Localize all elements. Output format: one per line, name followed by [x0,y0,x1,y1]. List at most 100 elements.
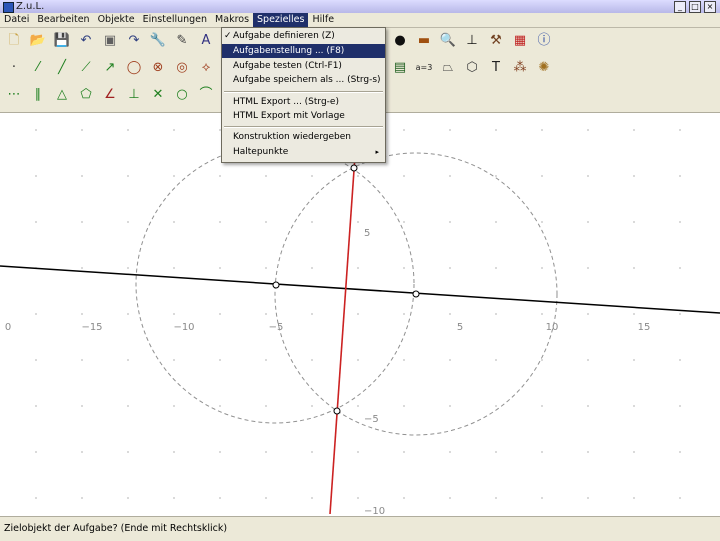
minimize-button[interactable]: _ [674,1,686,13]
tools-icon[interactable]: ⚒ [486,31,506,51]
toolbar-row-2: · ⁄ ╱ ⟋ ↗ ◯ ⊗ ◎ ⟡ [4,55,216,81]
grid-dot [587,405,589,407]
grid-dot [35,451,37,453]
grid-dot [495,221,497,223]
menu-item-haltepunkte[interactable]: Haltepunkte ▸ [222,145,385,159]
quadrilateral-icon[interactable]: ⏢ [438,58,458,78]
grid-dot [173,497,175,499]
menu-einstellungen[interactable]: Einstellungen [139,13,211,27]
magic-wand-icon[interactable]: ⁂ [510,58,530,78]
grid-dot [81,129,83,131]
line-style-icon[interactable]: ▬ [414,31,434,51]
polygon-icon[interactable]: ⬠ [76,85,96,105]
grid-dot [311,451,313,453]
grid-dot [219,451,221,453]
grid-dot [587,359,589,361]
locus-icon[interactable]: ⬡ [462,58,482,78]
menu-hilfe[interactable]: Hilfe [308,13,338,27]
menu-objekte[interactable]: Objekte [94,13,139,27]
menu-spezielles[interactable]: Spezielles [253,13,309,27]
construction-plot[interactable]: 0 −15 −10 −5 5 10 155−5−10 [0,113,720,514]
text-tool-icon[interactable]: T [486,58,506,78]
grid-dot [495,359,497,361]
point-icon[interactable]: · [4,58,24,78]
grid-dot [311,359,313,361]
grid-dot [81,267,83,269]
circle-icon[interactable]: ◯ [124,58,144,78]
maximize-button[interactable]: □ [689,1,701,13]
menu-item-aufgabe-testen[interactable]: Aufgabe testen (Ctrl-F1) [222,59,385,73]
drawing-canvas[interactable]: 0 −15 −10 −5 5 10 15 5 −5 −10 [0,113,720,514]
grid-dot [357,405,359,407]
save-disk-icon[interactable]: 💾 [52,31,72,51]
expression-icon[interactable]: a=3 [414,58,434,78]
circle-outline-icon[interactable]: ○ [172,85,192,105]
menu-item-html-export[interactable]: HTML Export ... (Strg-e) [222,95,385,109]
menu-item-konstruktion-wiedergeben[interactable]: Konstruktion wiedergeben [222,130,385,144]
menu-item-html-export-vorlage[interactable]: HTML Export mit Vorlage [222,109,385,123]
edit-wrench-icon[interactable]: 🔧 [148,31,168,51]
menu-item-aufgabe-speichern[interactable]: Aufgabe speichern als ... (Strg-s) [222,73,385,87]
circle-3pt-icon[interactable]: ◎ [172,58,192,78]
info-icon[interactable]: ⓘ [534,31,554,51]
axes-icon[interactable]: ⊥ [462,31,482,51]
parallel-icon[interactable]: ∥ [28,85,48,105]
grid-dot [35,313,37,315]
grid-dot [449,313,451,315]
grid-dot [265,175,267,177]
grid-dot [219,313,221,315]
perpendicular-icon[interactable]: ⊥ [124,85,144,105]
grid-dot [449,359,451,361]
vector-icon[interactable]: ↗ [100,58,120,78]
grid-dot [633,313,635,315]
menu-item-aufgabenstellung[interactable]: Aufgabenstellung ... (F8) [222,44,385,58]
arc-icon[interactable]: ⌒ [196,85,216,105]
grid-dot [679,359,681,361]
segment-icon[interactable]: ⁄ [28,58,48,78]
check-icon: ✓ [224,31,232,41]
new-file-icon[interactable]: 🗋 [4,31,24,51]
gear-icon[interactable]: ✺ [534,58,554,78]
menu-datei[interactable]: Datei [0,13,33,27]
angle-icon[interactable]: ∠ [100,85,120,105]
circle-fixed-icon[interactable]: ⊗ [148,58,168,78]
film-icon[interactable]: ▤ [390,58,410,78]
construction-point [272,281,280,289]
grid-dot [311,221,313,223]
intersection-icon[interactable]: ✕ [148,85,168,105]
dot-icon[interactable]: ● [390,31,410,51]
ray-icon[interactable]: ⟋ [76,58,96,78]
grid-dot [541,267,543,269]
grid-dot [81,405,83,407]
text-icon[interactable]: A [196,31,216,51]
grid-dot [265,405,267,407]
menu-item-label: Aufgabe testen (Ctrl-F1) [233,61,342,71]
menu-makros[interactable]: Makros [211,13,253,27]
compass-icon[interactable]: ⟡ [196,58,216,78]
menu-bearbeiten[interactable]: Bearbeiten [33,13,93,27]
grid-dot [541,129,543,131]
grid-dot [357,497,359,499]
redo-icon[interactable]: ↷ [124,31,144,51]
undo-icon[interactable]: ↶ [76,31,96,51]
delete-icon[interactable]: ✎ [172,31,192,51]
triangle-icon[interactable]: △ [52,85,72,105]
menu-item-aufgabe-definieren[interactable]: ✓ Aufgabe definieren (Z) [222,29,385,43]
x-tick-label: 0 [5,322,11,333]
zoom-icon[interactable]: 🔍 [438,31,458,51]
menu-item-label: Aufgabe speichern als ... (Strg-s) [233,75,381,85]
grid-dot [449,451,451,453]
line-icon[interactable]: ╱ [52,58,72,78]
color-palette-icon[interactable]: ▦ [510,31,530,51]
y-tick-label: −10 [364,506,385,514]
close-button[interactable]: × [704,1,716,13]
grid-dot [219,175,221,177]
midpoint-icon[interactable]: ⋯ [4,85,24,105]
hide-icon[interactable]: ▣ [100,31,120,51]
grid-dot [127,497,129,499]
open-folder-icon[interactable]: 📂 [28,31,48,51]
grid-dot [173,129,175,131]
app-icon [3,2,14,13]
menu-item-label: Haltepunkte [233,147,289,157]
grid-dot [173,313,175,315]
